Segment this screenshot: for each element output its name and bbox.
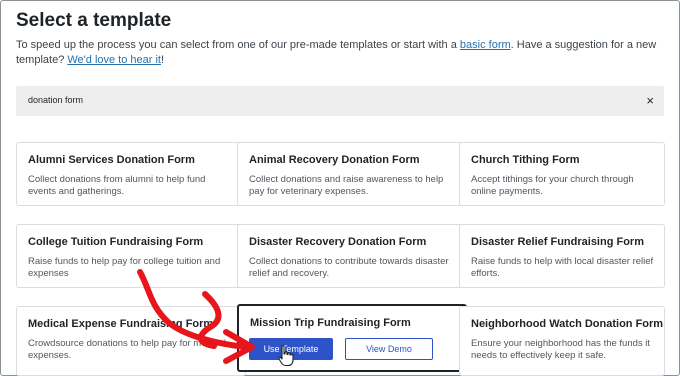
card-description: Crowdsource donations to help pay for me… bbox=[28, 338, 227, 361]
template-card-medical-expense[interactable]: Medical Expense Fundraising Form Crowdso… bbox=[16, 306, 246, 376]
template-card-disaster-recovery[interactable]: Disaster Recovery Donation Form Collect … bbox=[237, 224, 467, 288]
template-card-neighborhood-watch[interactable]: Neighborhood Watch Donation Form Ensure … bbox=[459, 306, 665, 376]
card-title: Disaster Recovery Donation Form bbox=[249, 236, 427, 248]
description-text: To speed up the process you can select f… bbox=[16, 39, 460, 51]
basic-form-link[interactable]: basic form bbox=[460, 39, 511, 51]
card-title: Disaster Relief Fundraising Form bbox=[471, 236, 644, 248]
template-card-church-tithing[interactable]: Church Tithing Form Accept tithings for … bbox=[459, 142, 665, 206]
card-description: Collect donations and raise awareness to… bbox=[249, 174, 444, 197]
page-description: To speed up the process you can select f… bbox=[16, 38, 664, 68]
card-title: Neighborhood Watch Donation Form bbox=[471, 318, 664, 330]
template-search-input[interactable]: donation form × bbox=[16, 86, 664, 116]
card-description: Raise funds to help pay for college tuit… bbox=[28, 256, 221, 279]
card-description: Ensure your neighborhood has the funds i… bbox=[471, 338, 651, 361]
card-title: Alumni Services Donation Form bbox=[28, 154, 195, 166]
card-title: Mission Trip Fundraising Form bbox=[250, 317, 411, 329]
hand-pointer-icon bbox=[278, 345, 294, 367]
close-icon[interactable]: × bbox=[646, 93, 654, 108]
view-demo-button[interactable]: View Demo bbox=[345, 338, 433, 360]
template-card-alumni-services[interactable]: Alumni Services Donation Form Collect do… bbox=[16, 142, 246, 206]
card-description: Accept tithings for your church through … bbox=[471, 174, 634, 197]
search-value: donation form bbox=[28, 95, 84, 105]
template-card-disaster-relief[interactable]: Disaster Relief Fundraising Form Raise f… bbox=[459, 224, 665, 288]
card-description: Collect donations to contribute towards … bbox=[249, 256, 449, 279]
suggestion-link[interactable]: We'd love to hear it bbox=[67, 54, 161, 66]
template-card-college-tuition[interactable]: College Tuition Fundraising Form Raise f… bbox=[16, 224, 246, 288]
card-description: Collect donations from alumni to help fu… bbox=[28, 174, 206, 197]
description-end: ! bbox=[161, 54, 165, 66]
page-title: Select a template bbox=[16, 10, 172, 31]
card-title: Animal Recovery Donation Form bbox=[249, 154, 420, 166]
card-title: Medical Expense Fundraising Form bbox=[28, 318, 214, 330]
card-description: Raise funds to help with local disaster … bbox=[471, 256, 654, 279]
card-title: Church Tithing Form bbox=[471, 154, 580, 166]
card-title: College Tuition Fundraising Form bbox=[28, 236, 204, 248]
template-card-animal-recovery[interactable]: Animal Recovery Donation Form Collect do… bbox=[237, 142, 467, 206]
template-card-mission-trip[interactable]: Mission Trip Fundraising Form Use Templa… bbox=[237, 304, 467, 372]
